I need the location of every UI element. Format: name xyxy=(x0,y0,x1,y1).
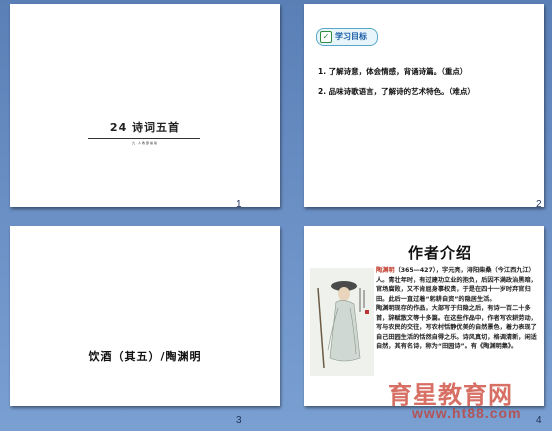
bio-paragraph-1: （365—427），字元亮，浔阳柴桑（今江西九江）人。青壮年时，有过建功立业的抱… xyxy=(376,267,537,303)
slide-number-4: 4 xyxy=(536,415,542,426)
slide-thumbnail-2[interactable]: ✓ 学习目标 1. 了解诗意，体会情感，背诵诗篇。（重点） 2. 品味诗歌语言，… xyxy=(304,4,544,207)
bio-paragraph-2: 陶渊明现存的作品，大部写于归隐之后，有诗一百二十多首，辞赋散文等十多篇。在这些作… xyxy=(376,305,537,350)
checkbox-icon: ✓ xyxy=(320,31,332,43)
slide-1-subtitle: 九·人教部编版 xyxy=(132,141,158,145)
learning-objectives-badge: ✓ 学习目标 xyxy=(316,28,378,46)
slide-3-title: 饮酒（其五）/陶渊明 xyxy=(88,350,202,363)
objective-item: 1. 了解诗意，体会情感，背诵诗篇。（重点） xyxy=(318,67,468,76)
slide-4-heading: 作者介绍 xyxy=(408,244,473,262)
slide-number-1: 1 xyxy=(236,199,242,210)
slide-number-2: 2 xyxy=(536,199,542,210)
slide-thumbnail-1[interactable]: 24 诗词五首 九·人教部编版 xyxy=(10,4,280,207)
slide-thumbnail-3[interactable]: 饮酒（其五）/陶渊明 xyxy=(10,226,280,406)
objective-item: 2. 品味诗歌语言，了解诗的艺术特色。（难点） xyxy=(318,87,475,96)
slide-thumbnail-4[interactable]: 作者介绍 陶渊明（365—427），字元亮，浔阳柴桑（今江西九江）人。青壮年时，… xyxy=(304,226,544,406)
watermark-url: www.ht88.com xyxy=(412,405,522,421)
author-biography: 陶渊明（365—427），字元亮，浔阳柴桑（今江西九江）人。青壮年时，有过建功立… xyxy=(376,266,540,352)
slide-1-title: 24 诗词五首 xyxy=(109,121,181,134)
slide-1-divider xyxy=(88,138,200,139)
author-name-highlight: 陶渊明 xyxy=(376,267,395,274)
badge-label: 学习目标 xyxy=(335,32,367,41)
slide-number-3: 3 xyxy=(236,415,242,426)
poet-portrait-image xyxy=(310,268,374,376)
